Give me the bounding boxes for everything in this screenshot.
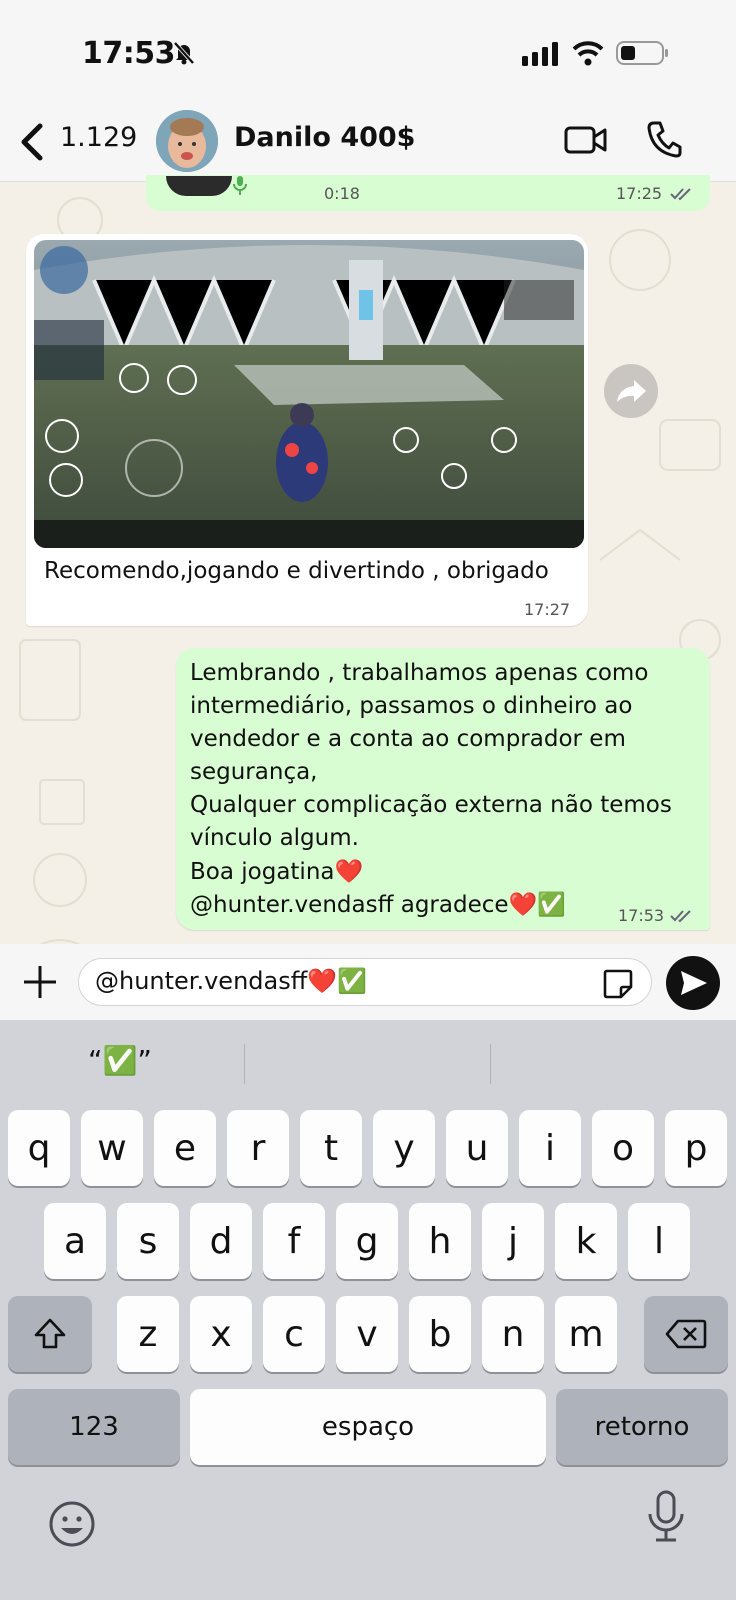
back-chevron-icon[interactable] [18, 122, 48, 162]
voice-avatar [166, 176, 232, 196]
read-receipt-icon [670, 186, 694, 205]
compose-bar: @hunter.vendasff❤️✅ [0, 944, 736, 1020]
key-c[interactable]: c [263, 1296, 325, 1372]
send-button[interactable] [666, 956, 720, 1010]
key-o[interactable]: o [592, 1110, 654, 1186]
key-d[interactable]: d [190, 1203, 252, 1279]
signal-icon [522, 42, 562, 70]
key-l[interactable]: l [628, 1203, 690, 1279]
message-line: Lembrando , trabalhamos apenas como [190, 660, 649, 686]
key-h[interactable]: h [409, 1203, 471, 1279]
message-time: 17:25 [616, 184, 663, 203]
space-key[interactable]: espaço [190, 1389, 546, 1465]
suggestion-divider [244, 1044, 245, 1084]
avatar[interactable] [156, 110, 218, 172]
key-w[interactable]: w [81, 1110, 143, 1186]
emoji-icon[interactable] [46, 1498, 98, 1554]
message-line: Qualquer complicação externa não temos [190, 792, 672, 818]
plus-icon[interactable] [20, 962, 60, 1006]
message-line: segurança, [190, 759, 318, 785]
key-i[interactable]: i [519, 1110, 581, 1186]
wifi-icon [572, 40, 604, 70]
microphone-icon[interactable] [646, 1490, 686, 1548]
key-f[interactable]: f [263, 1203, 325, 1279]
suggestion-divider [490, 1044, 491, 1084]
message-time: 17:27 [524, 600, 571, 619]
suggestion-item[interactable]: “✅” [88, 1044, 152, 1077]
message-input-text: @hunter.vendasff❤️✅ [95, 967, 368, 995]
message-line: Boa jogatina❤️ [190, 859, 364, 885]
message-line: intermediário, passamos o dinheiro ao [190, 693, 633, 719]
key-n[interactable]: n [482, 1296, 544, 1372]
key-g[interactable]: g [336, 1203, 398, 1279]
game-screenshot-image[interactable] [34, 240, 584, 548]
status-bar: 17:53 [0, 0, 736, 100]
forward-icon[interactable] [604, 364, 658, 418]
voice-duration: 0:18 [324, 184, 360, 203]
numbers-key[interactable]: 123 [8, 1389, 180, 1465]
message-line: vendedor e a conta ao comprador em [190, 726, 626, 752]
key-k[interactable]: k [555, 1203, 617, 1279]
key-x[interactable]: x [190, 1296, 252, 1372]
video-call-icon[interactable] [564, 124, 608, 160]
status-time: 17:53 [82, 36, 176, 71]
image-caption: Recomendo,jogando e divertindo , obrigad… [44, 558, 549, 584]
keyboard: “✅” q w e r t y u i o p a s d f g h j k … [0, 1020, 736, 1600]
backspace-icon[interactable] [644, 1296, 728, 1372]
suggestion-bar: “✅” [0, 1020, 736, 1104]
return-key[interactable]: retorno [556, 1389, 728, 1465]
chat-header: 1.129 Danilo 400$ [0, 100, 736, 182]
bell-slash-icon [172, 40, 196, 70]
key-u[interactable]: u [446, 1110, 508, 1186]
message-input[interactable]: @hunter.vendasff❤️✅ [78, 958, 652, 1006]
key-a[interactable]: a [44, 1203, 106, 1279]
shift-icon[interactable] [8, 1296, 92, 1372]
key-z[interactable]: z [117, 1296, 179, 1372]
microphone-icon [232, 176, 248, 200]
key-r[interactable]: r [227, 1110, 289, 1186]
key-b[interactable]: b [409, 1296, 471, 1372]
key-t[interactable]: t [300, 1110, 362, 1186]
key-s[interactable]: s [117, 1203, 179, 1279]
key-p[interactable]: p [665, 1110, 727, 1186]
key-y[interactable]: y [373, 1110, 435, 1186]
read-receipt-icon [670, 908, 694, 927]
message-line: vínculo algum. [190, 825, 359, 851]
key-j[interactable]: j [482, 1203, 544, 1279]
key-q[interactable]: q [8, 1110, 70, 1186]
sticker-icon[interactable] [601, 967, 635, 1005]
phone-icon[interactable] [646, 120, 682, 162]
key-m[interactable]: m [555, 1296, 617, 1372]
key-v[interactable]: v [336, 1296, 398, 1372]
unread-count[interactable]: 1.129 [60, 122, 137, 153]
outgoing-message[interactable] [176, 648, 710, 930]
message-line: @hunter.vendasff agradece❤️✅ [190, 892, 566, 918]
battery-icon [616, 40, 670, 70]
contact-name[interactable]: Danilo 400$ [234, 122, 415, 153]
message-time: 17:53 [618, 906, 665, 925]
key-e[interactable]: e [154, 1110, 216, 1186]
